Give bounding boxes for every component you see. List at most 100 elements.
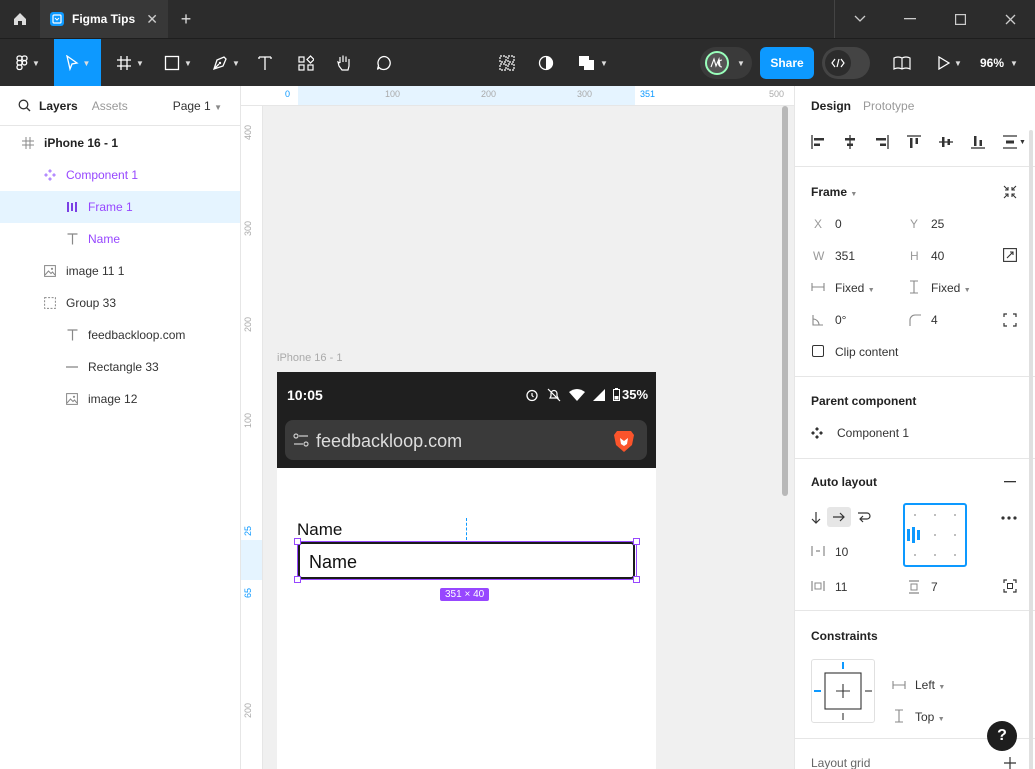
align-top-icon[interactable] bbox=[907, 135, 921, 149]
vertical-constraint-select[interactable]: Top ▼ bbox=[915, 710, 945, 724]
search-icon[interactable] bbox=[18, 99, 31, 112]
name-label-text: Name bbox=[297, 520, 343, 539]
text-icon bbox=[64, 327, 80, 343]
align-right-icon[interactable] bbox=[875, 135, 889, 149]
file-tab[interactable]: Figma Tips ✕ bbox=[40, 0, 168, 38]
shape-tool-button[interactable]: ▼ bbox=[158, 39, 198, 87]
design-panel-tabs: Design Prototype bbox=[795, 86, 1035, 126]
tab-layers[interactable]: Layers bbox=[39, 99, 78, 113]
ruler-selection-highlight bbox=[241, 540, 262, 580]
phone-frame[interactable]: 10:05 35% feedbackloop.com Name Name 351… bbox=[277, 372, 656, 769]
dev-mode-toggle[interactable] bbox=[822, 47, 870, 79]
design-panel: Design Prototype ▼ Frame ▼ X 0 Y 25 W 35… bbox=[794, 86, 1035, 769]
canvas[interactable]: iPhone 16 - 1 10:05 35% feedbackloop.com… bbox=[263, 106, 794, 769]
present-button[interactable]: ▼ bbox=[932, 39, 968, 87]
home-button[interactable] bbox=[0, 0, 40, 38]
frame-section-title[interactable]: Frame ▼ bbox=[811, 185, 857, 199]
resize-handle[interactable] bbox=[294, 538, 301, 545]
tab-prototype[interactable]: Prototype bbox=[863, 99, 914, 113]
collapse-resize-icon[interactable] bbox=[1003, 185, 1017, 199]
layer-item[interactable]: Frame 1 bbox=[0, 191, 240, 223]
w-field[interactable]: 351 bbox=[835, 249, 855, 263]
more-options-icon[interactable] bbox=[1001, 516, 1017, 520]
boolean-button[interactable]: ▼ bbox=[574, 39, 612, 87]
align-center-horizontal-icon[interactable] bbox=[843, 135, 857, 149]
layer-item[interactable]: Rectangle 33 bbox=[0, 351, 240, 383]
minimize-button[interactable] bbox=[885, 0, 935, 38]
component-grid-button[interactable] bbox=[494, 39, 520, 87]
layer-label: iPhone 16 - 1 bbox=[44, 136, 119, 150]
independent-corners-icon[interactable] bbox=[1003, 313, 1017, 327]
horizontal-sizing-select[interactable]: Fixed ▼ bbox=[835, 281, 875, 295]
h-field[interactable]: 40 bbox=[931, 249, 944, 263]
close-window-button[interactable] bbox=[985, 0, 1035, 38]
help-button[interactable]: ? bbox=[987, 721, 1017, 751]
layer-item[interactable]: Group 33 bbox=[0, 287, 240, 319]
vertical-constraint-value: Top bbox=[915, 710, 935, 724]
y-field[interactable]: 25 bbox=[931, 217, 944, 231]
align-center-vertical-icon[interactable] bbox=[939, 135, 953, 149]
share-button[interactable]: Share bbox=[760, 47, 814, 79]
direction-vertical-icon[interactable] bbox=[811, 511, 821, 525]
tab-list-button[interactable] bbox=[835, 0, 885, 38]
horizontal-padding-field[interactable]: 11 bbox=[835, 580, 847, 594]
ruler-tick: 65 bbox=[243, 587, 253, 598]
multiplayer-avatars[interactable]: ▼ bbox=[700, 47, 752, 79]
constrain-proportions-icon[interactable] bbox=[1003, 248, 1017, 262]
x-field[interactable]: 0 bbox=[835, 217, 842, 231]
maximize-button[interactable] bbox=[935, 0, 985, 38]
main-menu-button[interactable]: ▼ bbox=[8, 39, 48, 87]
horizontal-constraint-select[interactable]: Left ▼ bbox=[915, 678, 945, 692]
layer-item[interactable]: iPhone 16 - 1 bbox=[0, 127, 240, 159]
layer-item[interactable]: image 11 1 bbox=[0, 255, 240, 287]
align-bottom-icon[interactable] bbox=[971, 135, 985, 149]
distribute-menu[interactable]: ▼ bbox=[1003, 135, 1026, 149]
add-layout-grid-icon[interactable] bbox=[1004, 757, 1016, 769]
parent-component-name[interactable]: Component 1 bbox=[837, 426, 909, 440]
hand-tool-icon bbox=[337, 55, 350, 71]
selection-outline bbox=[297, 541, 637, 580]
remove-auto-layout-icon[interactable] bbox=[1004, 481, 1016, 483]
wrap-icon[interactable] bbox=[857, 511, 871, 523]
library-button[interactable] bbox=[888, 39, 916, 87]
corner-radius-field[interactable]: 4 bbox=[931, 313, 938, 327]
comment-tool-button[interactable] bbox=[370, 39, 398, 87]
chevron-down-icon: ▼ bbox=[954, 58, 962, 68]
direction-horizontal-button[interactable] bbox=[827, 507, 851, 527]
vertical-padding-field[interactable]: 7 bbox=[931, 580, 938, 594]
new-tab-button[interactable]: + bbox=[168, 0, 204, 38]
gap-field[interactable]: 10 bbox=[835, 545, 848, 559]
design-panel-scrollbar[interactable] bbox=[1029, 130, 1033, 769]
tab-design[interactable]: Design bbox=[811, 99, 851, 113]
rotation-field[interactable]: 0° bbox=[835, 313, 846, 327]
layer-item[interactable]: feedbackloop.com bbox=[0, 319, 240, 351]
h-label: H bbox=[910, 249, 919, 263]
clip-content-checkbox[interactable] bbox=[812, 345, 824, 357]
text-tool-button[interactable] bbox=[252, 39, 278, 87]
contrast-button[interactable] bbox=[533, 39, 559, 87]
layer-item[interactable]: image 12 bbox=[0, 383, 240, 415]
layer-item[interactable]: Component 1 bbox=[0, 159, 240, 191]
padding-individual-icon[interactable] bbox=[1003, 579, 1017, 593]
chevron-down-icon: ▼ bbox=[938, 684, 946, 691]
resize-handle[interactable] bbox=[633, 576, 640, 583]
canvas-scrollbar[interactable] bbox=[782, 106, 788, 496]
constraint-widget[interactable] bbox=[811, 659, 875, 723]
move-tool-button[interactable]: ▼ bbox=[54, 39, 101, 87]
pen-tool-button[interactable]: ▼ bbox=[206, 39, 246, 87]
page-selector[interactable]: Page 1 ▼ bbox=[173, 99, 222, 113]
frame-label[interactable]: iPhone 16 - 1 bbox=[277, 352, 342, 364]
resources-button[interactable] bbox=[292, 39, 320, 87]
frame-tool-button[interactable]: ▼ bbox=[110, 39, 150, 87]
align-left-icon[interactable] bbox=[811, 135, 825, 149]
resize-handle[interactable] bbox=[294, 576, 301, 583]
close-tab-icon[interactable]: ✕ bbox=[146, 11, 158, 28]
layer-item[interactable]: Name bbox=[0, 223, 240, 255]
chevron-down-icon bbox=[854, 15, 866, 22]
hand-tool-button[interactable] bbox=[330, 39, 358, 87]
vertical-sizing-select[interactable]: Fixed ▼ bbox=[931, 281, 971, 295]
zoom-control[interactable]: 96% ▼ bbox=[980, 39, 1018, 87]
resize-handle[interactable] bbox=[633, 538, 640, 545]
alignment-padding-grid[interactable] bbox=[903, 503, 967, 567]
tab-assets[interactable]: Assets bbox=[92, 99, 128, 113]
